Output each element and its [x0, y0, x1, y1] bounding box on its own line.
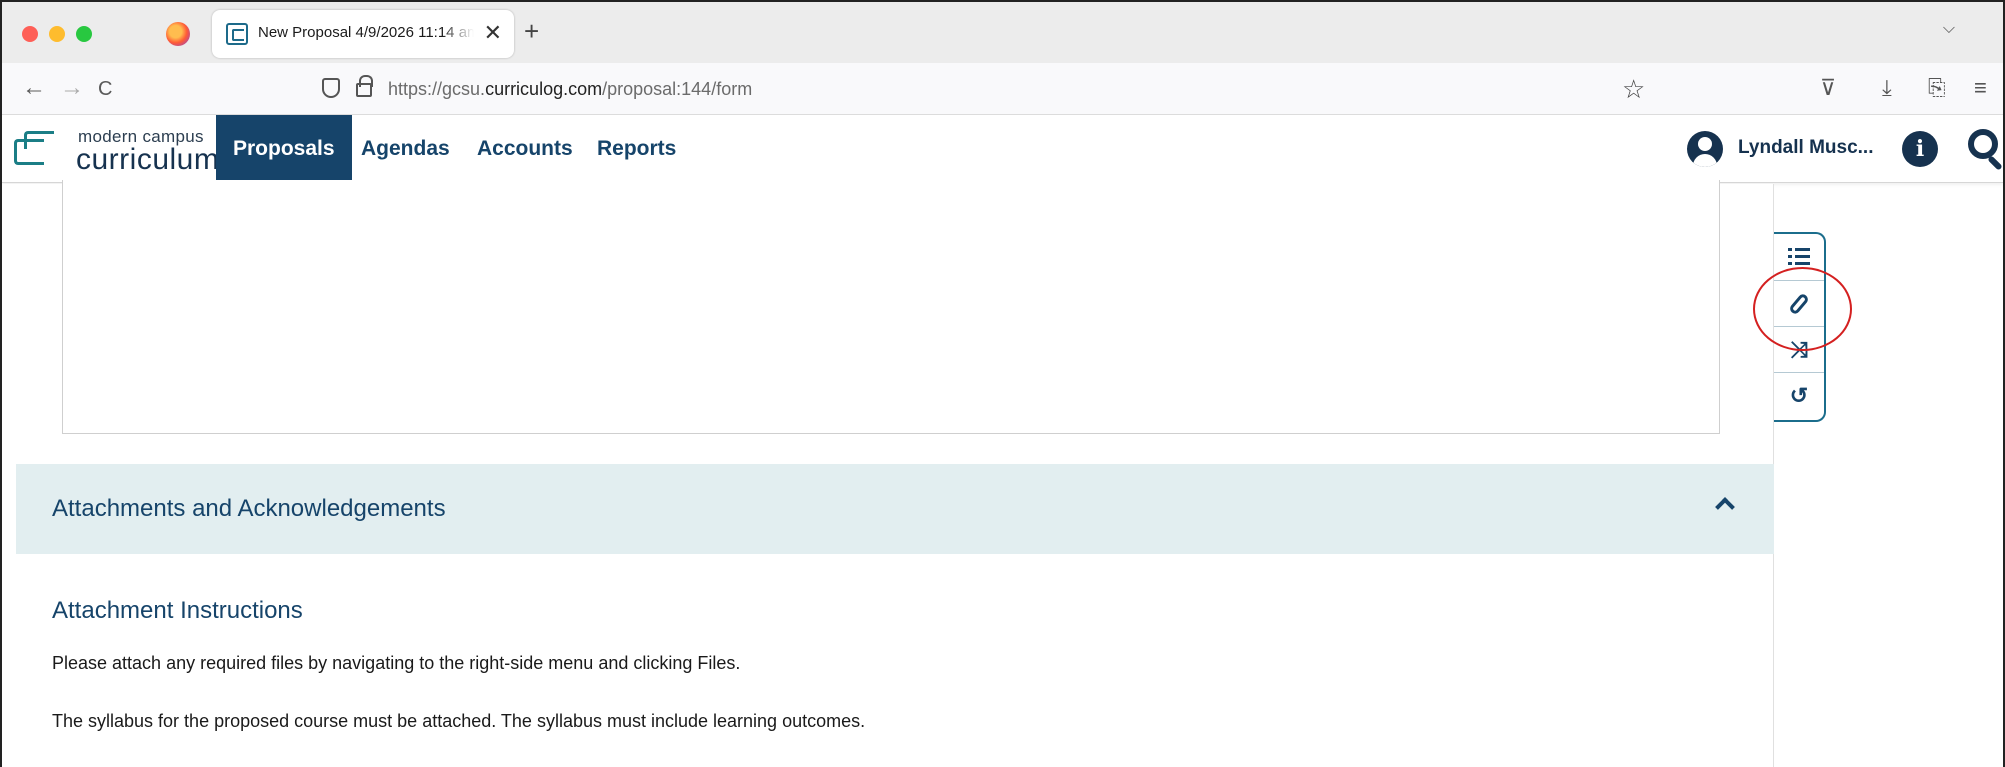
instruction-paragraph: Please attach any required files by navi…	[52, 653, 741, 673]
nav-agendas[interactable]: Agendas	[344, 115, 467, 183]
logo-title[interactable]: curriculum™	[76, 143, 229, 177]
nav-reports[interactable]: Reports	[580, 115, 693, 183]
proposal-form: Attachments and Acknowledgements Attachm…	[2, 180, 1774, 767]
tab-strip: New Proposal 4/9/2026 11:14 am ✕ + ⌵	[2, 2, 2003, 63]
downloads-icon[interactable]: ⤓	[1882, 74, 1892, 102]
text-area-field[interactable]	[62, 180, 1720, 434]
nav-proposals[interactable]: Proposals	[216, 115, 352, 183]
navigation-toolbar: ← → C https://gcsu.curriculog.com/propos…	[2, 63, 2003, 115]
user-name[interactable]: Lyndall Musc...	[1738, 137, 1874, 159]
history-button[interactable]: ↺	[1774, 372, 1824, 418]
new-tab-button[interactable]: +	[524, 16, 539, 46]
curriculog-favicon-icon	[226, 23, 248, 45]
url-prefix: https://gcsu.	[388, 79, 486, 99]
bookmark-star-icon[interactable]: ☆	[1622, 74, 1645, 105]
logo-mark-icon[interactable]	[14, 131, 58, 165]
address-bar[interactable]: https://gcsu.curriculog.com/proposal:144…	[306, 70, 1676, 108]
back-button[interactable]: ←	[22, 74, 46, 102]
nav-accounts[interactable]: Accounts	[460, 115, 590, 183]
instruction-paragraph: The syllabus for the proposed course mus…	[52, 711, 866, 731]
zoom-window-button[interactable]	[76, 26, 92, 42]
list-all-tabs-icon[interactable]: ⌵	[1943, 20, 1955, 38]
section-title: Attachments and Acknowledgements	[52, 495, 446, 522]
app-menu-icon[interactable]: ≡	[1974, 74, 1987, 102]
close-window-button[interactable]	[22, 26, 38, 42]
list-icon	[1788, 248, 1810, 266]
app-header: modern campus curriculum™ Proposals Agen…	[2, 115, 2003, 183]
info-icon[interactable]: i	[1902, 131, 1938, 167]
forward-button[interactable]: →	[60, 74, 84, 102]
browser-tab-active[interactable]: New Proposal 4/9/2026 11:14 am ✕	[212, 10, 514, 58]
lock-icon[interactable]	[356, 75, 373, 97]
tab-close-icon[interactable]: ✕	[484, 20, 502, 46]
url-text[interactable]: https://gcsu.curriculog.com/proposal:144…	[388, 79, 752, 100]
pocket-icon[interactable]: ⊽	[1820, 74, 1836, 102]
section-header-attachments[interactable]: Attachments and Acknowledgements	[16, 464, 1774, 554]
url-path: /proposal:144/form	[602, 79, 753, 99]
reload-button[interactable]: C	[98, 75, 112, 103]
chevron-up-icon[interactable]	[1715, 497, 1735, 517]
history-icon: ↺	[1789, 383, 1809, 408]
tab-title: New Proposal 4/9/2026 11:14 am	[258, 24, 474, 41]
tracking-protection-shield-icon[interactable]	[322, 78, 340, 98]
firefox-view-icon[interactable]	[166, 22, 190, 46]
browser-window: New Proposal 4/9/2026 11:14 am ✕ + ⌵ ← →…	[0, 0, 2005, 767]
search-icon[interactable]	[1968, 129, 1998, 159]
url-domain: curriculog.com	[485, 79, 603, 99]
share-icon[interactable]: ⎘	[1928, 74, 1946, 102]
logo-title-text: curriculum	[76, 143, 220, 176]
user-avatar-icon[interactable]	[1687, 131, 1723, 167]
red-annotation-circle	[1753, 267, 1852, 351]
attachment-instructions-heading: Attachment Instructions	[52, 597, 303, 624]
minimize-window-button[interactable]	[49, 26, 65, 42]
